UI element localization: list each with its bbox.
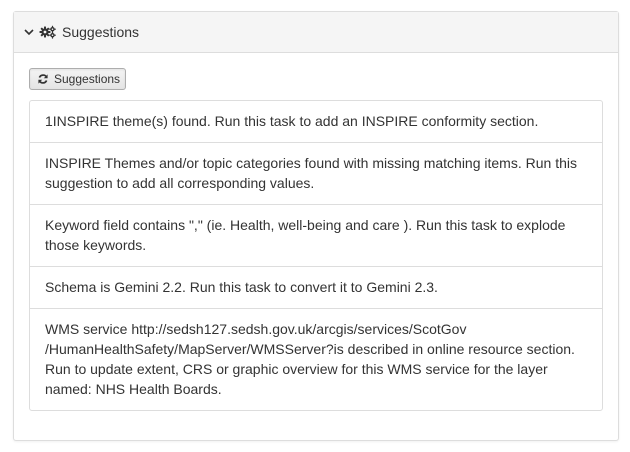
suggestions-list: 1INSPIRE theme(s) found. Run this task t… [29,100,603,411]
suggestion-item-convert-schema[interactable]: Schema is Gemini 2.2. Run this task to c… [30,266,602,308]
panel-title: Suggestions [62,24,140,40]
refresh-icon [37,73,49,85]
suggestions-button-label: Suggestions [54,72,121,86]
suggestion-item-inspire-themes[interactable]: INSPIRE Themes and/or topic categories f… [30,142,602,204]
suggestion-item-inspire-conformity[interactable]: 1INSPIRE theme(s) found. Run this task t… [30,101,602,142]
suggestions-panel-body: Suggestions 1INSPIRE theme(s) found. Run… [14,53,618,411]
suggestion-item-wms-service[interactable]: WMS service http://sedsh127.sedsh.gov.uk… [30,308,602,410]
gears-icon [39,25,57,39]
suggestions-panel: Suggestions Suggestions 1INSPIRE theme(s… [13,11,619,441]
suggestions-panel-header[interactable]: Suggestions [14,12,618,53]
suggestions-button[interactable]: Suggestions [29,68,127,90]
suggestion-item-explode-keywords[interactable]: Keyword field contains "," (ie. Health, … [30,204,602,266]
chevron-down-icon[interactable] [23,26,35,38]
